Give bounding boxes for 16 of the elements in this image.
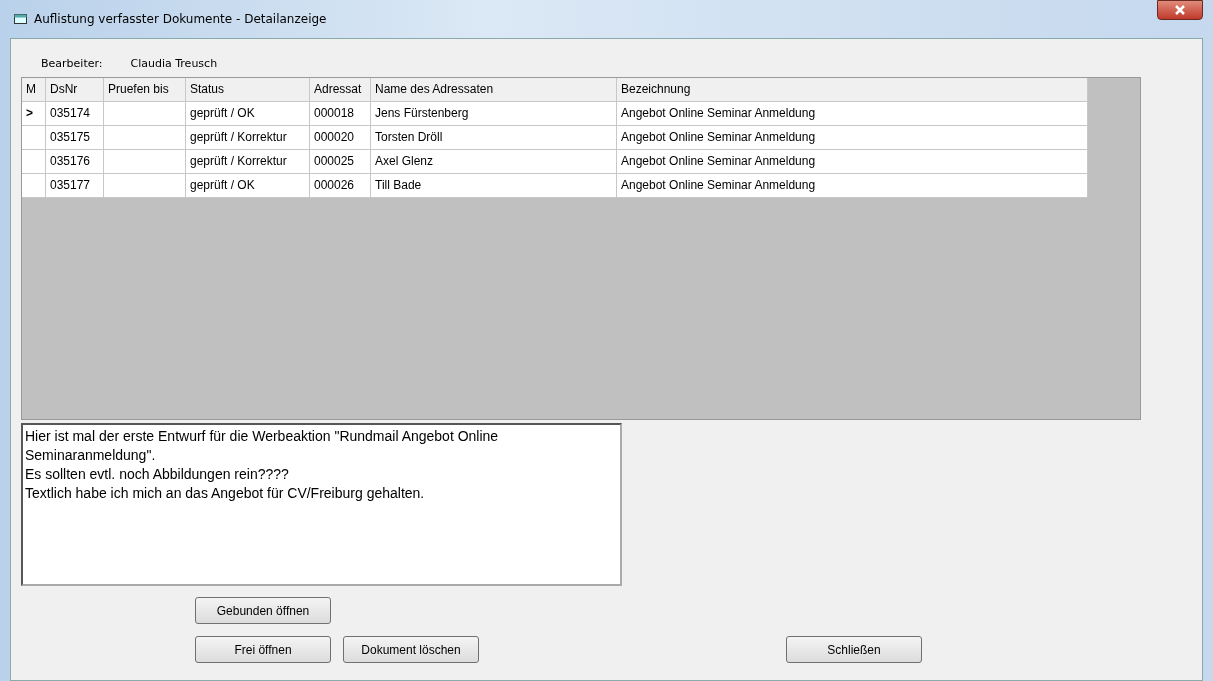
editor-label: Bearbeiter: (41, 56, 103, 70)
comment-text-area[interactable]: Hier ist mal der erste Entwurf für die Werbeaktion "Rundmail Angebot Online Seminaranmeldung". Es sollten evtl. noch Abbildungen rein???? Textlich habe ich mich an das Angebot für CV/Freiburg gehalten. (21, 423, 622, 586)
bound-open-button[interactable]: Gebunden öffnen (195, 597, 331, 624)
close-window-button[interactable]: Schließen (786, 636, 922, 663)
window-title: Auflistung verfasster Dokumente - Detailanzeige (34, 12, 327, 26)
close-button[interactable] (1157, 0, 1203, 20)
table-cell: 035177 (46, 174, 104, 198)
free-open-button[interactable]: Frei öffnen (195, 636, 331, 663)
table-cell: 000026 (310, 174, 371, 198)
window-icon (14, 13, 28, 25)
table-cell: geprüft / OK (186, 174, 310, 198)
table-cell: Angebot Online Seminar Anmeldung (617, 174, 1088, 198)
delete-document-button[interactable]: Dokument löschen (343, 636, 479, 663)
editor-name: Claudia Treusch (130, 56, 218, 70)
table-cell: Till Bade (371, 174, 617, 198)
close-icon (1174, 5, 1186, 15)
